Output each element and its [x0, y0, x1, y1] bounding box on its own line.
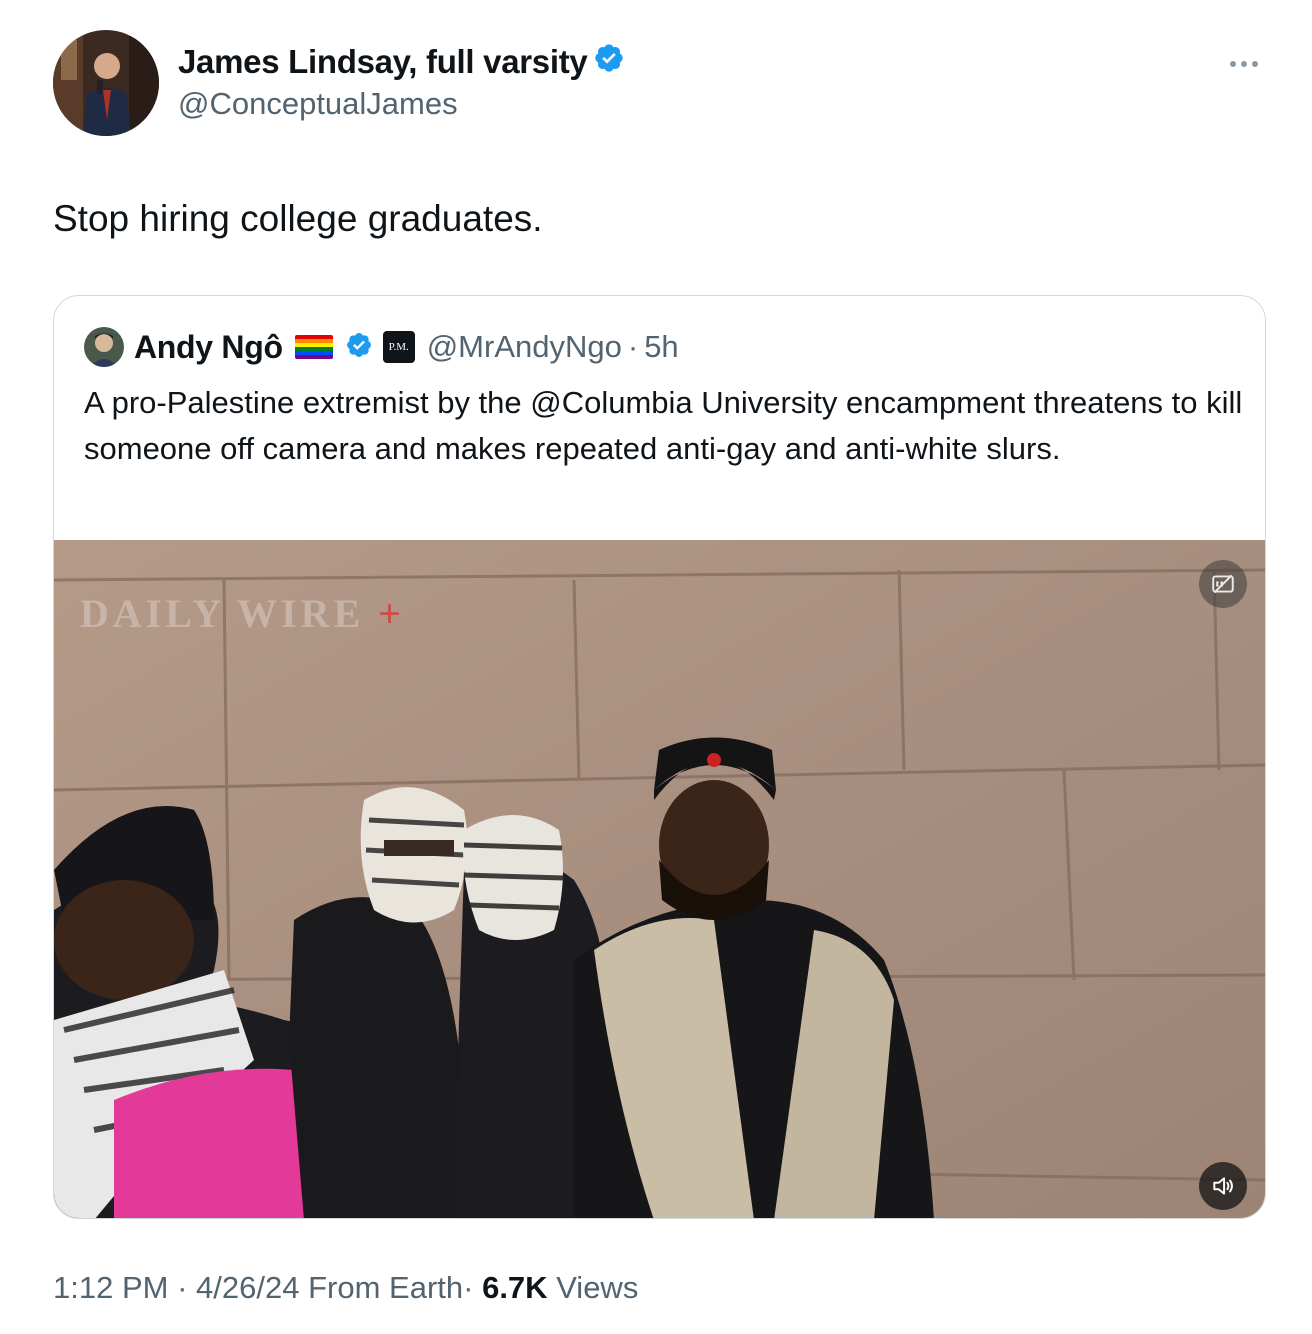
verified-badge-icon [593, 42, 625, 82]
tweet-text: Stop hiring college graduates. [53, 198, 543, 239]
tweet-date[interactable]: 4/26/24 [196, 1270, 299, 1305]
views-count[interactable]: 6.7K [482, 1270, 547, 1305]
quoted-author-name[interactable]: Andy Ngô [134, 329, 283, 366]
volume-icon [1210, 1173, 1236, 1199]
tweet-source: From Earth [308, 1270, 464, 1305]
author-avatar[interactable] [53, 30, 159, 136]
tweet-meta: 1:12 PM · 4/26/24 From Earth· 6.7K Views [53, 1270, 638, 1306]
quoted-tweet-time[interactable]: 5h [644, 329, 678, 365]
more-options-icon[interactable] [1230, 54, 1264, 74]
quoted-verified-badge-icon [345, 331, 373, 364]
quoted-tweet-header: Andy Ngô P.M. @MrAndyNgo · 5h [84, 326, 679, 368]
captions-button[interactable] [1199, 560, 1247, 608]
watermark-mark: + [378, 591, 405, 636]
author-handle[interactable]: @ConceptualJames [178, 86, 458, 122]
video-watermark: DAILY WIRE + [80, 590, 405, 637]
quoted-author-avatar[interactable] [84, 327, 124, 367]
quoted-tweet-text: A pro-Palestine extremist by the @Columb… [84, 385, 1243, 466]
video-frame [54, 540, 1265, 1218]
watermark-text: DAILY WIRE [80, 591, 365, 636]
captions-icon [1210, 571, 1236, 597]
video-player[interactable]: DAILY WIRE + [54, 540, 1265, 1218]
author-name[interactable]: James Lindsay, full varsity [178, 42, 625, 82]
affiliation-badge[interactable]: P.M. [382, 331, 415, 363]
volume-button[interactable] [1199, 1162, 1247, 1210]
meta-separator: · [463, 1270, 474, 1305]
author-name-text: James Lindsay, full varsity [178, 43, 588, 80]
quoted-author-handle[interactable]: @MrAndyNgo [427, 329, 622, 365]
meta-separator: · [177, 1270, 188, 1305]
rainbow-flag-icon [294, 335, 333, 359]
views-label[interactable]: Views [556, 1270, 638, 1305]
header-separator: · [627, 329, 639, 364]
quoted-tweet-card[interactable]: Andy Ngô P.M. @MrAndyNgo · 5h A pro-Pale… [53, 295, 1266, 1219]
tweet-time[interactable]: 1:12 PM [53, 1270, 168, 1305]
